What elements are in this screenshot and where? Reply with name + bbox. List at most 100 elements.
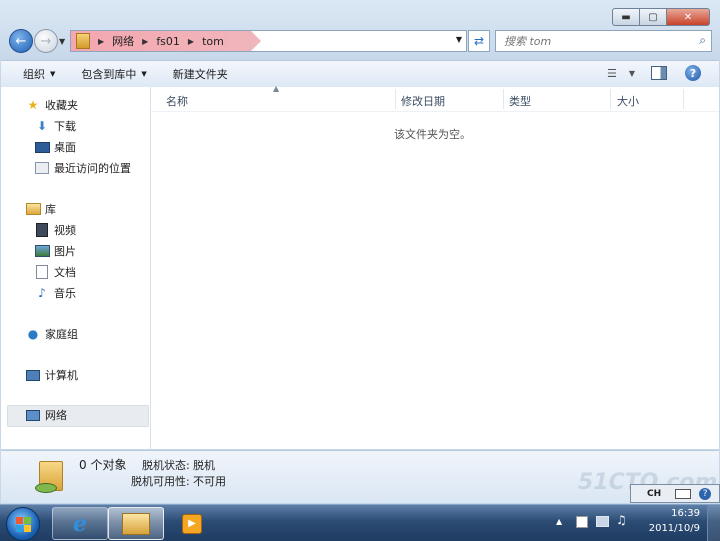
sidebar-item-computer[interactable]: 计算机 (25, 366, 78, 384)
column-divider[interactable] (683, 89, 684, 109)
help-button[interactable]: ? (685, 65, 701, 81)
recent-places-icon (34, 160, 50, 176)
sidebar-item-homegroup[interactable]: ● 家庭组 (25, 325, 78, 343)
star-icon: ★ (27, 98, 39, 112)
chevron-right-icon[interactable]: ▶ (98, 37, 104, 46)
offline-status-label: 脱机状态: (142, 459, 190, 472)
help-icon[interactable]: ? (699, 487, 712, 500)
start-button[interactable] (6, 507, 40, 541)
search-box[interactable]: ⌕ (495, 30, 712, 52)
window-controls: ▬ ▢ ✕ (612, 8, 710, 26)
maximize-button[interactable]: ▢ (640, 8, 667, 26)
sidebar-item-downloads[interactable]: ⬇ 下载 (34, 117, 76, 135)
forward-button[interactable]: → (34, 29, 58, 53)
refresh-icon: ⇄ (473, 34, 485, 48)
preview-pane-button[interactable] (651, 66, 667, 80)
ime-language-label[interactable]: CH (647, 489, 661, 499)
chevron-down-icon: ▼ (628, 69, 635, 78)
sidebar-item-music[interactable]: ♪ 音乐 (34, 284, 76, 302)
action-center-icon[interactable] (576, 516, 588, 528)
recent-pages-dropdown[interactable]: ▼ (59, 37, 65, 46)
column-header-size[interactable]: 大小 (617, 93, 639, 109)
network-icon (25, 407, 41, 423)
sidebar-item-pictures[interactable]: 图片 (34, 242, 76, 260)
taskbar-internet-explorer-button[interactable]: e (52, 507, 108, 540)
organize-button[interactable]: 组织 ▼ (23, 66, 55, 82)
column-divider[interactable] (503, 89, 504, 109)
explorer-window: ▬ ▢ ✕ ← → ▼ ▶ 网络 ▶ fs01 ▶ tom ▼ ⇄ ⌕ (0, 0, 720, 505)
music-note-icon: ♪ (38, 286, 46, 300)
chevron-right-icon[interactable]: ▶ (188, 37, 194, 46)
close-button[interactable]: ✕ (667, 8, 710, 26)
breadcrumb-network[interactable]: 网络 (112, 33, 134, 49)
taskbar: e ▶ ▲ ♫ 16:39 2011/10/9 (0, 504, 720, 541)
offline-status-value: 脱机 (193, 459, 215, 472)
folder-icon (122, 512, 150, 535)
offline-folder-icon (35, 455, 65, 493)
sidebar-item-label: 库 (45, 203, 56, 216)
clock-time[interactable]: 16:39 (671, 508, 700, 519)
column-header-name[interactable]: 名称 (166, 93, 188, 109)
minimize-button[interactable]: ▬ (612, 8, 640, 26)
offline-availability-value: 不可用 (193, 475, 226, 488)
breadcrumb: ▶ 网络 ▶ fs01 ▶ tom (71, 31, 224, 51)
new-folder-button[interactable]: 新建文件夹 (173, 66, 228, 82)
include-in-library-button[interactable]: 包含到库中 ▼ (81, 66, 146, 82)
command-bar: 组织 ▼ 包含到库中 ▼ 新建文件夹 ☰ ▼ ? (1, 60, 719, 88)
navigation-pane: ★ 收藏夹 ⬇ 下载 桌面 最近访问的位置 库 视频 图片 文档 ♪ 音乐 ● … (1, 87, 151, 449)
breadcrumb-tom[interactable]: tom (202, 35, 224, 48)
refresh-button[interactable]: ⇄ (468, 30, 490, 52)
picture-icon (34, 243, 50, 259)
sidebar-item-label: 图片 (54, 245, 76, 258)
address-history-dropdown[interactable]: ▼ (456, 35, 462, 44)
taskbar-explorer-button[interactable] (108, 507, 164, 540)
file-list[interactable]: ▲ 名称 修改日期 类型 大小 该文件夹为空。 (151, 84, 719, 449)
chevron-down-icon: ▼ (141, 70, 147, 78)
search-icon[interactable]: ⌕ (699, 33, 706, 48)
offline-availability-label: 脱机可用性: (131, 475, 190, 488)
search-input[interactable] (502, 31, 686, 51)
sidebar-item-label: 文档 (54, 266, 76, 279)
sidebar-item-recent-places[interactable]: 最近访问的位置 (34, 159, 131, 177)
empty-folder-message: 该文件夹为空。 (394, 128, 471, 141)
sidebar-item-label: 下载 (54, 120, 76, 133)
sidebar-item-network[interactable]: 网络 (25, 406, 67, 424)
back-button[interactable]: ← (9, 29, 33, 53)
sidebar-item-desktop[interactable]: 桌面 (34, 138, 76, 156)
network-status-icon[interactable] (596, 516, 609, 527)
sidebar-item-label: 音乐 (54, 287, 76, 300)
column-divider[interactable] (395, 89, 396, 109)
sidebar-item-documents[interactable]: 文档 (34, 263, 76, 281)
details-pane: 0 个对象 脱机状态: 脱机 脱机可用性: 不可用 (1, 450, 719, 503)
view-details-icon: ☰ (606, 67, 617, 80)
sidebar-item-videos[interactable]: 视频 (34, 221, 76, 239)
windows-logo-icon (15, 516, 31, 532)
help-icon: ? (689, 66, 697, 80)
address-bar[interactable]: ▶ 网络 ▶ fs01 ▶ tom ▼ (70, 30, 467, 52)
show-desktop-button[interactable] (707, 505, 720, 541)
column-header-type[interactable]: 类型 (509, 93, 531, 109)
navigation-row: ← → ▼ ▶ 网络 ▶ fs01 ▶ tom ▼ ⇄ ⌕ (0, 28, 720, 54)
column-header-date[interactable]: 修改日期 (401, 93, 445, 109)
internet-explorer-icon: e (73, 510, 87, 537)
sidebar-item-label: 桌面 (54, 141, 76, 154)
sidebar-item-libraries[interactable]: 库 (25, 200, 56, 218)
breadcrumb-fs01[interactable]: fs01 (156, 35, 180, 48)
taskbar-media-player-button[interactable]: ▶ (164, 507, 220, 540)
sidebar-item-favorites[interactable]: ★ 收藏夹 (25, 96, 78, 114)
homegroup-icon: ● (27, 327, 39, 341)
change-view-button[interactable]: ☰ ▼ (607, 67, 635, 80)
show-hidden-icons-icon[interactable]: ▲ (556, 517, 562, 526)
column-divider[interactable] (610, 89, 611, 109)
organize-label: 组织 (23, 68, 45, 81)
back-arrow-icon: ← (15, 33, 27, 49)
clock-date[interactable]: 2011/10/9 (649, 523, 700, 534)
keyboard-icon[interactable] (675, 488, 692, 499)
item-count: 0 个对象 (79, 458, 127, 472)
volume-icon[interactable]: ♫ (616, 513, 627, 527)
desktop-icon (34, 139, 50, 155)
sort-ascending-icon: ▲ (273, 84, 280, 93)
chevron-right-icon[interactable]: ▶ (142, 37, 148, 46)
sidebar-item-label: 最近访问的位置 (54, 162, 131, 175)
language-bar[interactable]: CH ? (630, 484, 720, 503)
